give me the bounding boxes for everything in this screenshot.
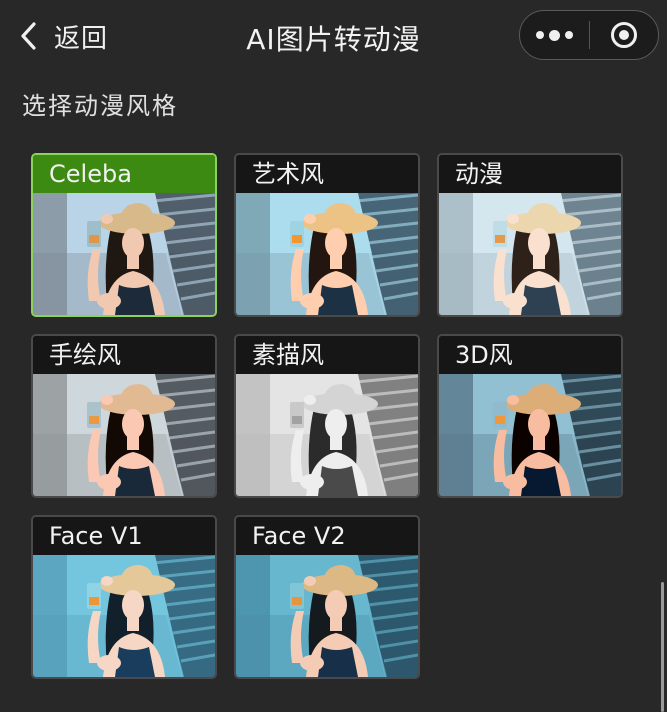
- style-card-label: Face V2: [236, 517, 418, 555]
- style-card-1[interactable]: 艺术风: [234, 153, 420, 317]
- style-preview: [33, 374, 215, 496]
- style-card-3[interactable]: 手绘风: [31, 334, 217, 498]
- style-card-0[interactable]: Celeba: [31, 153, 217, 317]
- more-button[interactable]: [520, 11, 589, 59]
- style-preview-image: [33, 374, 215, 496]
- style-card-label: 动漫: [439, 155, 621, 193]
- mini-program-capsule: [519, 10, 659, 60]
- style-preview: [33, 193, 215, 315]
- style-card-5[interactable]: 3D风: [437, 334, 623, 498]
- style-card-2[interactable]: 动漫: [437, 153, 623, 317]
- style-preview-image: [33, 193, 215, 315]
- style-card-label: Celeba: [33, 155, 215, 193]
- style-preview: [236, 374, 418, 496]
- style-card-label: 3D风: [439, 336, 621, 374]
- style-preview: [439, 374, 621, 496]
- style-card-7[interactable]: Face V2: [234, 515, 420, 679]
- style-card-label: 素描风: [236, 336, 418, 374]
- section-title: 选择动漫风格: [22, 92, 178, 120]
- style-preview: [439, 193, 621, 315]
- close-button[interactable]: [590, 11, 659, 59]
- style-grid: Celeba 艺术风 动漫手绘风 素描风 3D风 Face V1 Face V2: [31, 153, 623, 679]
- style-card-label: Face V1: [33, 517, 215, 555]
- style-card-4[interactable]: 素描风: [234, 334, 420, 498]
- nav-bar: 返回 AI图片转动漫: [0, 0, 667, 72]
- style-preview-image: [439, 374, 621, 496]
- style-preview: [236, 555, 418, 677]
- style-card-label: 手绘风: [33, 336, 215, 374]
- target-close-icon: [610, 22, 637, 48]
- style-preview-image: [236, 374, 418, 496]
- scrollbar[interactable]: [661, 582, 664, 712]
- style-card-6[interactable]: Face V1: [31, 515, 217, 679]
- style-preview-image: [33, 555, 215, 677]
- style-preview: [33, 555, 215, 677]
- style-card-label: 艺术风: [236, 155, 418, 193]
- more-dots-icon: [535, 29, 573, 41]
- style-preview: [236, 193, 418, 315]
- style-preview-image: [439, 193, 621, 315]
- style-preview-image: [236, 193, 418, 315]
- style-preview-image: [236, 555, 418, 677]
